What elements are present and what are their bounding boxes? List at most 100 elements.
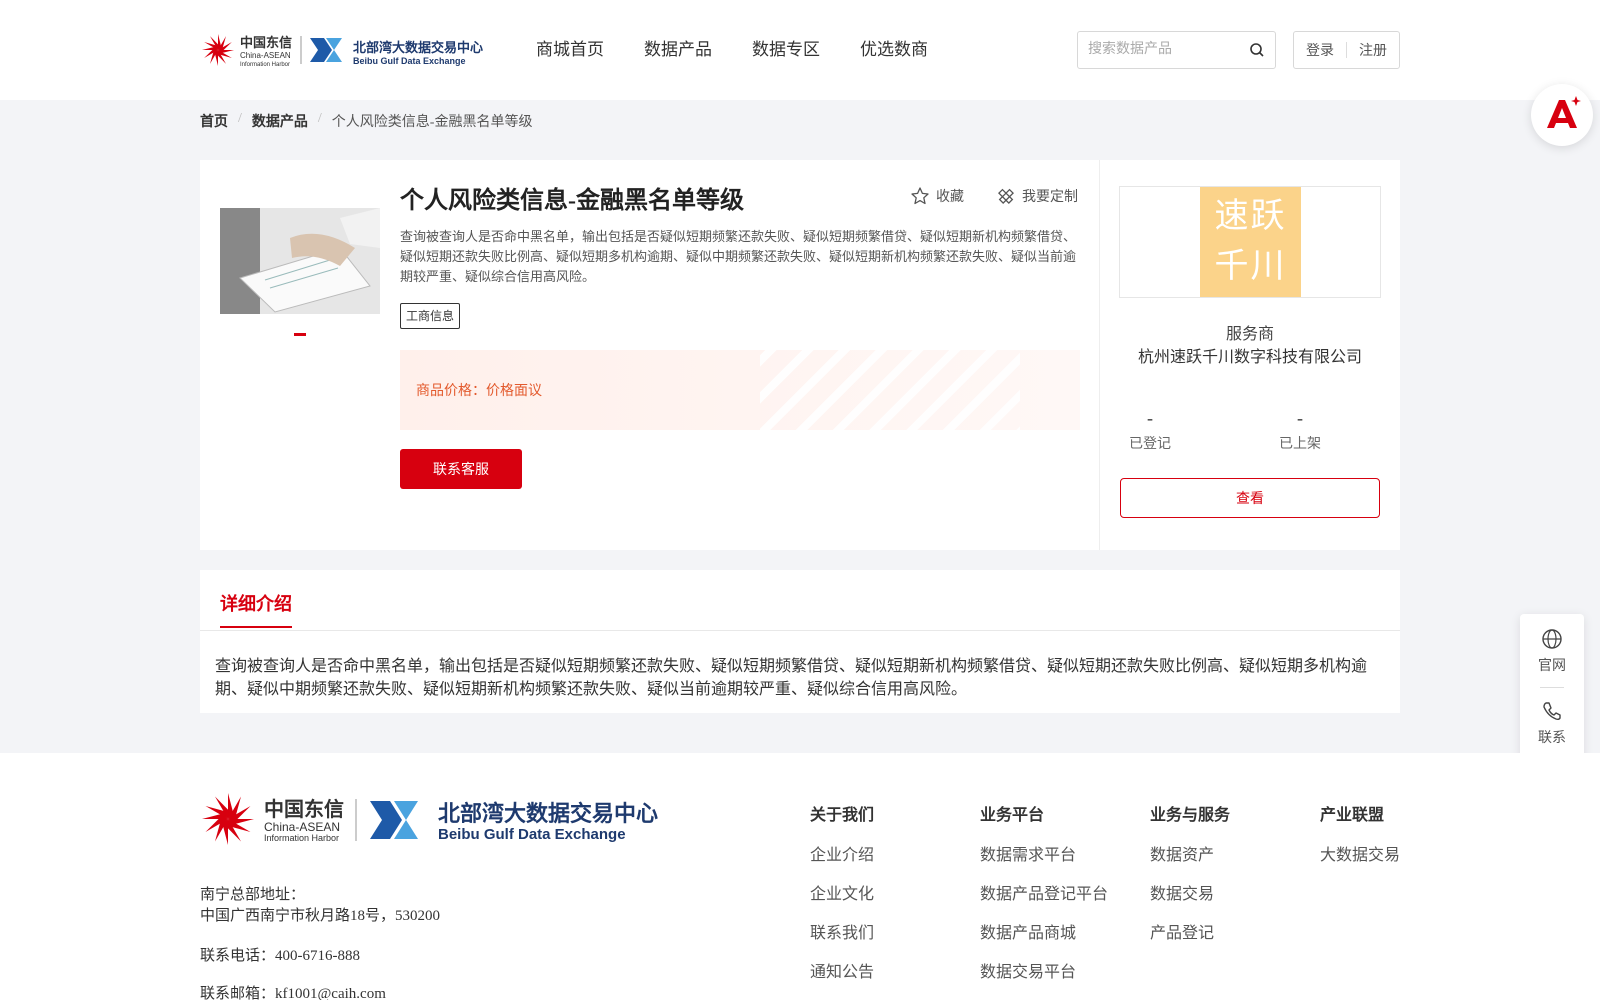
footer-link[interactable]: 数据需求平台 — [980, 845, 1108, 866]
footer-logo-icon: 中国东信 China-ASEAN Information Harbor 北部湾大… — [202, 793, 658, 845]
product-card: 个人风险类信息-金融黑名单等级 收藏 我要定制 查询被查询人是否命中黑名单，输出… — [200, 160, 1400, 550]
footer-col-heading: 产业联盟 — [1320, 807, 1385, 824]
footer-link[interactable]: 数据产品登记平台 — [980, 884, 1108, 905]
site-logo[interactable]: 中国东信 China-ASEAN Information Harbor 北部湾大… — [200, 30, 500, 70]
favorite-button[interactable]: 收藏 — [910, 186, 964, 206]
tab-underline-divider — [200, 630, 1400, 631]
footer-link[interactable]: 产品登记 — [1150, 923, 1230, 944]
customize-button[interactable]: 我要定制 — [996, 186, 1078, 206]
footer-link[interactable]: 联系我们 — [810, 923, 874, 944]
stat-registered-label: 已登记 — [1129, 437, 1171, 452]
footer-col-services: 业务与服务 数据资产 数据交易 产品登记 — [1150, 801, 1230, 962]
auth-divider — [1346, 42, 1347, 58]
view-vendor-button[interactable]: 查看 — [1120, 478, 1380, 518]
footer-col-heading: 业务与服务 — [1150, 807, 1231, 824]
price-panel-decoration — [760, 350, 1020, 430]
customize-label: 我要定制 — [1022, 190, 1078, 205]
vendor-logo-frame: 速跃 千川 — [1119, 186, 1381, 298]
breadcrumb-current: 个人风险类信息-金融黑名单等级 — [331, 115, 533, 130]
footer-link[interactable]: 大数据交易 — [1320, 845, 1400, 866]
footer-link[interactable]: 数据产品商城 — [980, 923, 1108, 944]
vendor-logo-line1: 速跃 — [1214, 196, 1287, 236]
carousel-indicator[interactable] — [294, 333, 306, 336]
stat-listed-label: 已上架 — [1279, 437, 1321, 452]
footer-link[interactable]: 数据交易平台 — [980, 962, 1108, 983]
nav-mall-home[interactable]: 商城首页 — [536, 38, 604, 62]
svg-text:中国东信: 中国东信 — [264, 797, 344, 821]
stat-registered-value: - — [1147, 408, 1153, 428]
document-hands-image-icon — [220, 208, 380, 314]
star-icon — [911, 187, 929, 205]
detail-section: 详细介绍 查询被查询人是否命中黑名单，输出包括是否疑似短期频繁还款失败、疑似短期… — [200, 570, 1400, 713]
svg-text:中国东信: 中国东信 — [240, 35, 292, 51]
register-link[interactable]: 注册 — [1359, 40, 1387, 60]
svg-text:Information Harbor: Information Harbor — [264, 833, 339, 843]
svg-text:China-ASEAN: China-ASEAN — [240, 51, 291, 60]
footer-link[interactable]: 企业介绍 — [810, 845, 874, 866]
stat-listed-value: - — [1297, 408, 1303, 428]
footer-address-label: 南宁总部地址： — [200, 887, 306, 903]
footer-email: 联系邮箱：kf1001@caih.com — [200, 986, 386, 1000]
footer-col-about: 关于我们 企业介绍 企业文化 联系我们 通知公告 — [810, 801, 874, 1000]
ruler-pencil-icon — [998, 188, 1014, 204]
vendor-name: 杭州速跃千川数字科技有限公司 — [1137, 349, 1362, 366]
footer-link[interactable]: 数据交易 — [1150, 884, 1230, 905]
breadcrumb-bar: 首页 / 数据产品 / 个人风险类信息-金融黑名单等级 — [0, 100, 1600, 140]
footer-link[interactable]: 企业文化 — [810, 884, 874, 905]
ai-assistant-button[interactable] — [1531, 84, 1593, 146]
search-box — [1077, 31, 1276, 69]
product-image[interactable] — [220, 208, 380, 314]
footer-link[interactable]: 通知公告 — [810, 962, 874, 983]
side-website-button[interactable]: 官网 — [1520, 628, 1584, 675]
svg-text:北部湾大数据交易中心: 北部湾大数据交易中心 — [353, 40, 483, 56]
favorite-label: 收藏 — [936, 190, 964, 205]
footer-col-heading: 业务平台 — [980, 807, 1045, 824]
breadcrumb: 首页 / 数据产品 / 个人风险类信息-金融黑名单等级 — [200, 111, 532, 131]
breadcrumb-home[interactable]: 首页 — [200, 111, 228, 131]
globe-icon — [1542, 629, 1562, 649]
vendor-logo[interactable]: 速跃 千川 — [1200, 187, 1301, 297]
stat-listed: - 已上架 — [1260, 408, 1340, 453]
svg-text:Beibu Gulf Data Exchange: Beibu Gulf Data Exchange — [438, 826, 626, 843]
contact-service-button[interactable]: 联系客服 — [400, 449, 522, 489]
breadcrumb-separator: / — [317, 111, 322, 126]
footer-link[interactable]: 数据资产 — [1150, 845, 1230, 866]
vendor-role: 服务商 — [1225, 326, 1274, 343]
product-title: 个人风险类信息-金融黑名单等级 — [400, 188, 744, 214]
footer-phone: 联系电话：400-6716-888 — [200, 948, 360, 964]
product-description: 查询被查询人是否命中黑名单，输出包括是否疑似短期频繁还款失败、疑似短期频繁借贷、… — [400, 229, 1077, 284]
side-website-label: 官网 — [1538, 659, 1566, 674]
side-contact-button[interactable]: 联系 — [1520, 700, 1584, 747]
nav-data-zone[interactable]: 数据专区 — [752, 38, 820, 62]
main-nav: 商城首页 数据产品 数据专区 优选数商 — [536, 38, 968, 62]
site-footer: 中国东信 China-ASEAN Information Harbor 北部湾大… — [0, 753, 1600, 1000]
breadcrumb-category[interactable]: 数据产品 — [252, 111, 308, 131]
side-toolbar: 官网 联系 — [1520, 614, 1584, 760]
phone-icon — [1543, 702, 1561, 721]
svg-text:Information Harbor: Information Harbor — [240, 62, 290, 68]
card-divider — [1099, 160, 1100, 550]
login-link[interactable]: 登录 — [1306, 40, 1334, 60]
price-label: 商品价格： — [416, 384, 486, 399]
vendor-logo-line2: 千川 — [1214, 246, 1287, 286]
stat-registered: - 已登记 — [1110, 408, 1190, 453]
tab-detail-intro[interactable]: 详细介绍 — [220, 590, 292, 628]
side-contact-label: 联系 — [1538, 731, 1566, 746]
footer-col-alliance: 产业联盟 大数据交易 — [1320, 801, 1400, 884]
svg-text:Beibu Gulf Data Exchange: Beibu Gulf Data Exchange — [353, 56, 466, 66]
price-row: 商品价格：价格面议 — [416, 380, 542, 400]
footer-address: 中国广西南宁市秋月路18号，530200 — [200, 908, 441, 924]
main-area: 个人风险类信息-金融黑名单等级 收藏 我要定制 查询被查询人是否命中黑名单，输出… — [0, 140, 1600, 753]
nav-data-products[interactable]: 数据产品 — [644, 38, 712, 62]
search-input[interactable] — [1078, 32, 1238, 68]
footer-col-platform: 业务平台 数据需求平台 数据产品登记平台 数据产品商城 数据交易平台 — [980, 801, 1108, 1000]
svg-text:北部湾大数据交易中心: 北部湾大数据交易中心 — [438, 801, 658, 827]
footer-logo: 中国东信 China-ASEAN Information Harbor 北部湾大… — [200, 791, 664, 847]
china-asean-logo-icon: 中国东信 China-ASEAN Information Harbor 北部湾大… — [202, 34, 483, 68]
site-header: 中国东信 China-ASEAN Information Harbor 北部湾大… — [0, 0, 1600, 100]
search-icon[interactable] — [1249, 42, 1265, 58]
auth-box: 登录 注册 — [1293, 31, 1400, 69]
nav-selected-vendors[interactable]: 优选数商 — [860, 38, 928, 62]
price-value: 价格面议 — [486, 384, 542, 399]
side-divider — [1540, 687, 1564, 688]
